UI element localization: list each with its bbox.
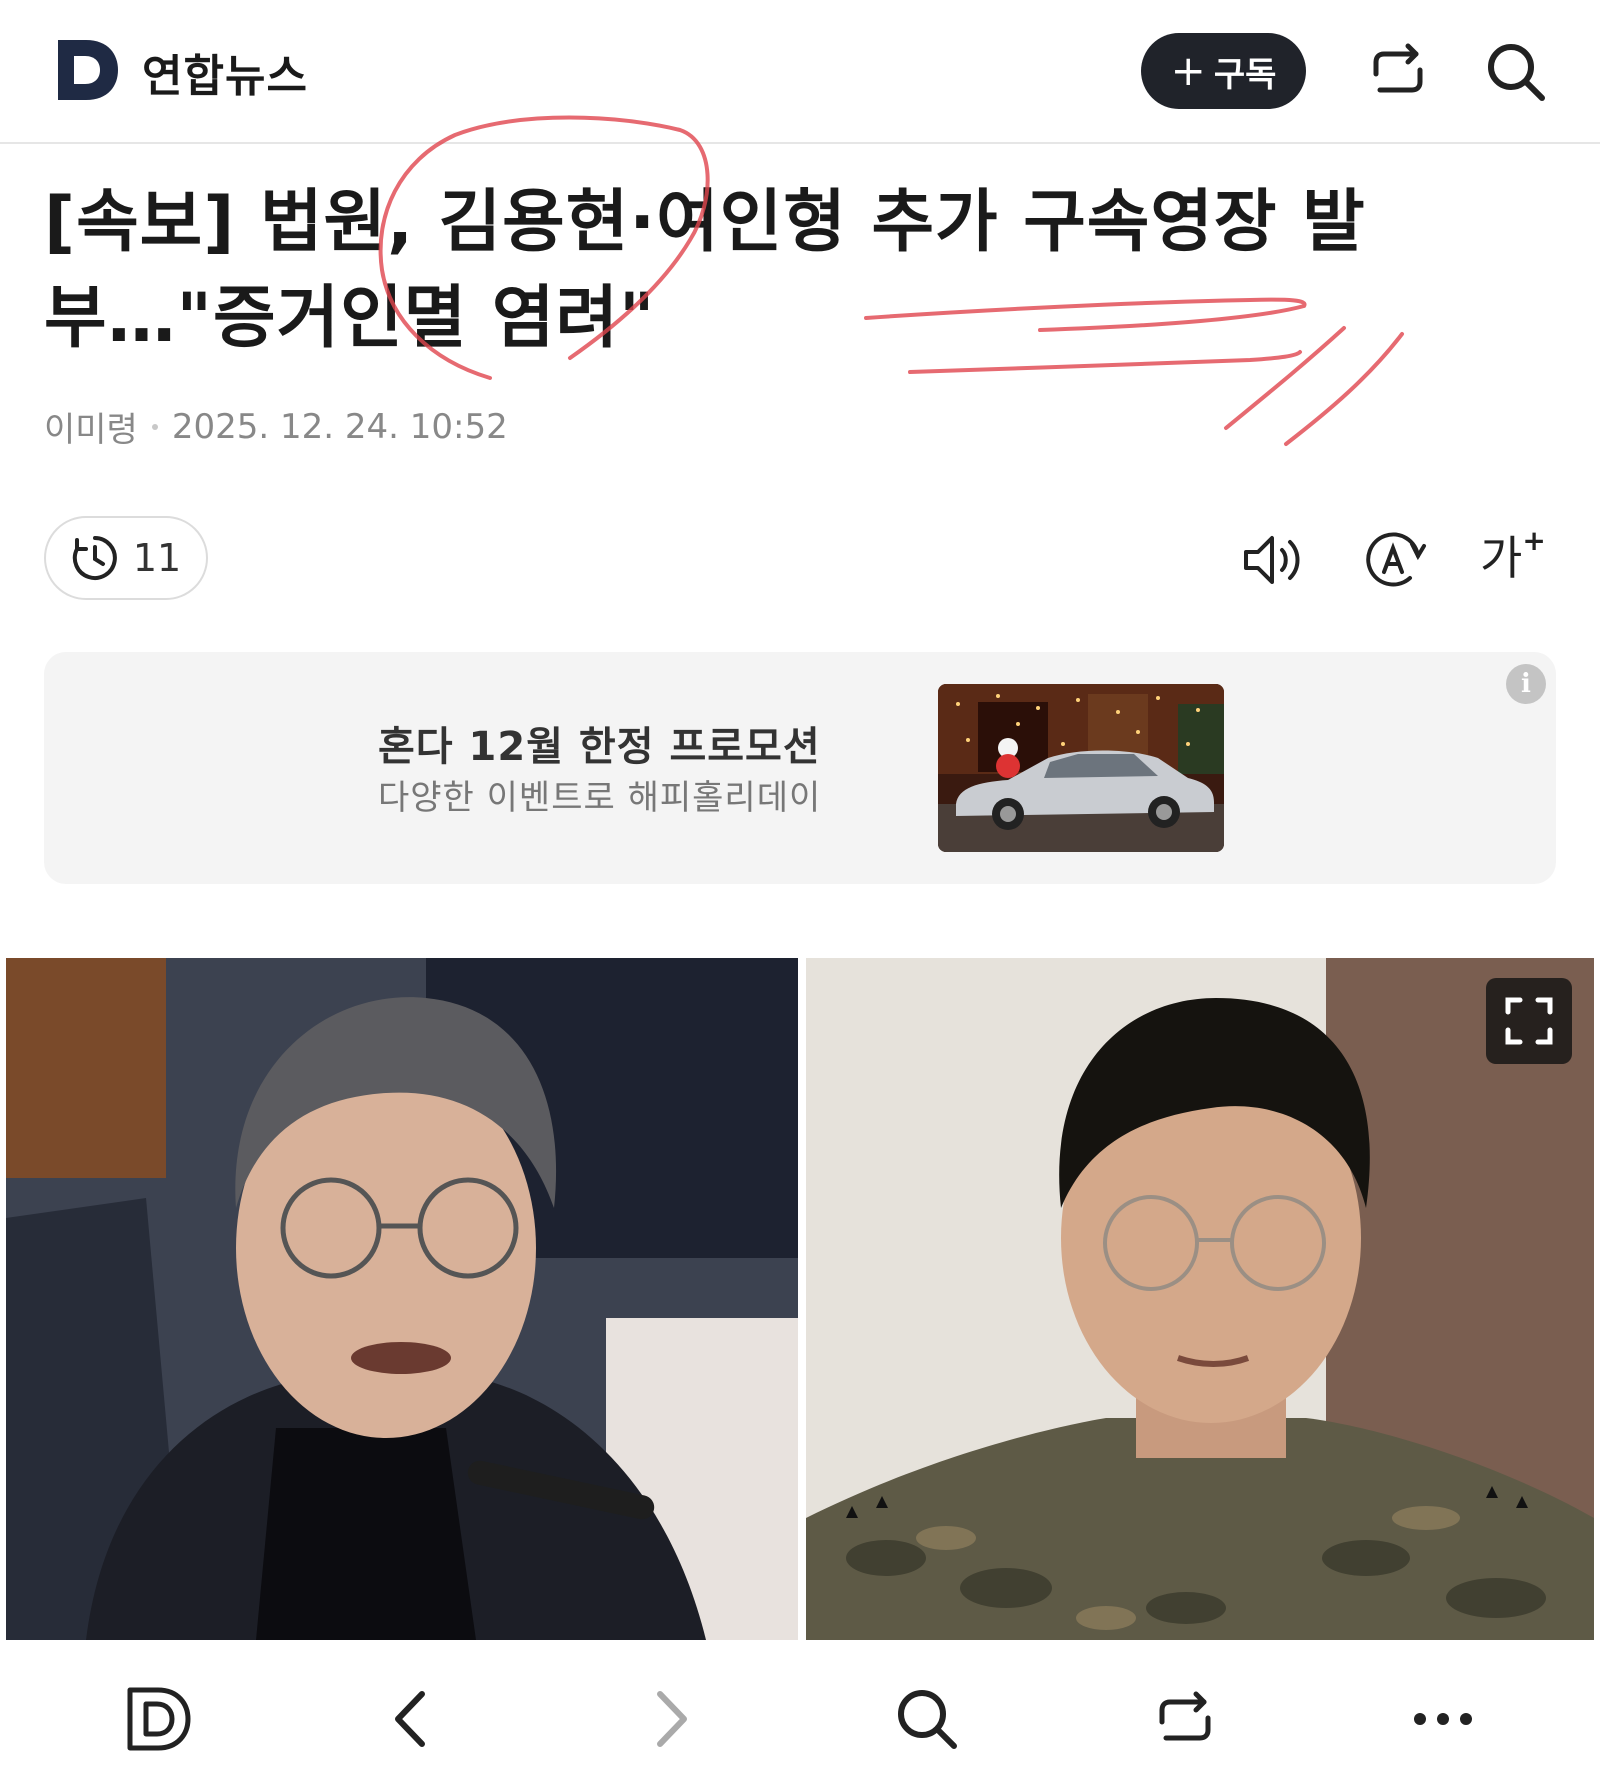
article-photo-right[interactable] <box>806 958 1594 1640</box>
advertisement-banner[interactable]: 혼다 12월 한정 프로모션 다양한 이벤트로 해피홀리데이 i <box>44 652 1556 884</box>
font-size-label: 가 <box>1480 531 1523 585</box>
share-icon[interactable] <box>1150 1684 1220 1754</box>
reading-time-value: 11 <box>132 536 182 580</box>
share-icon[interactable] <box>1366 40 1430 104</box>
font-size-plus: + <box>1522 523 1546 557</box>
author-name[interactable]: 이미령 <box>44 402 138 451</box>
home-d-icon[interactable] <box>124 1684 194 1754</box>
translate-icon[interactable] <box>1360 526 1428 594</box>
separator-dot <box>151 423 158 430</box>
ad-car-image <box>938 684 1224 852</box>
speaker-icon[interactable] <box>1240 526 1308 594</box>
reading-time-button[interactable]: 11 <box>44 516 208 600</box>
font-size-button[interactable]: 가+ <box>1480 522 1546 588</box>
expand-icon <box>1505 997 1553 1045</box>
ad-title: 혼다 12월 한정 프로모션 <box>378 724 821 770</box>
forward-icon[interactable] <box>634 1684 704 1754</box>
press-logo-icon[interactable] <box>56 38 120 102</box>
ad-subtitle: 다양한 이벤트로 해피홀리데이 <box>378 778 822 818</box>
search-icon[interactable] <box>1484 40 1548 104</box>
article-photo-left[interactable] <box>6 958 798 1640</box>
publish-timestamp: 2025. 12. 24. 10:52 <box>171 406 508 447</box>
clock-icon <box>72 536 117 580</box>
ad-info-icon[interactable]: i <box>1506 664 1546 704</box>
article-headline: [속보] 법원, 김용현·여인형 추가 구속영장 발부…"증거인멸 염려" <box>44 183 1366 358</box>
article-meta: 이미령 2025. 12. 24. 10:52 <box>44 402 508 451</box>
back-icon[interactable] <box>378 1684 448 1754</box>
plus-icon: + <box>1170 46 1206 95</box>
search-icon[interactable] <box>892 1684 962 1754</box>
more-icon[interactable] <box>1408 1684 1478 1754</box>
subscribe-label: 구독 <box>1213 54 1277 95</box>
top-bar: 연합뉴스 + 구독 <box>0 0 1600 144</box>
subscribe-button[interactable]: + 구독 <box>1141 33 1306 109</box>
press-name[interactable]: 연합뉴스 <box>142 40 308 104</box>
bottom-navigation <box>0 1640 1600 1791</box>
fullscreen-button[interactable] <box>1486 978 1572 1064</box>
